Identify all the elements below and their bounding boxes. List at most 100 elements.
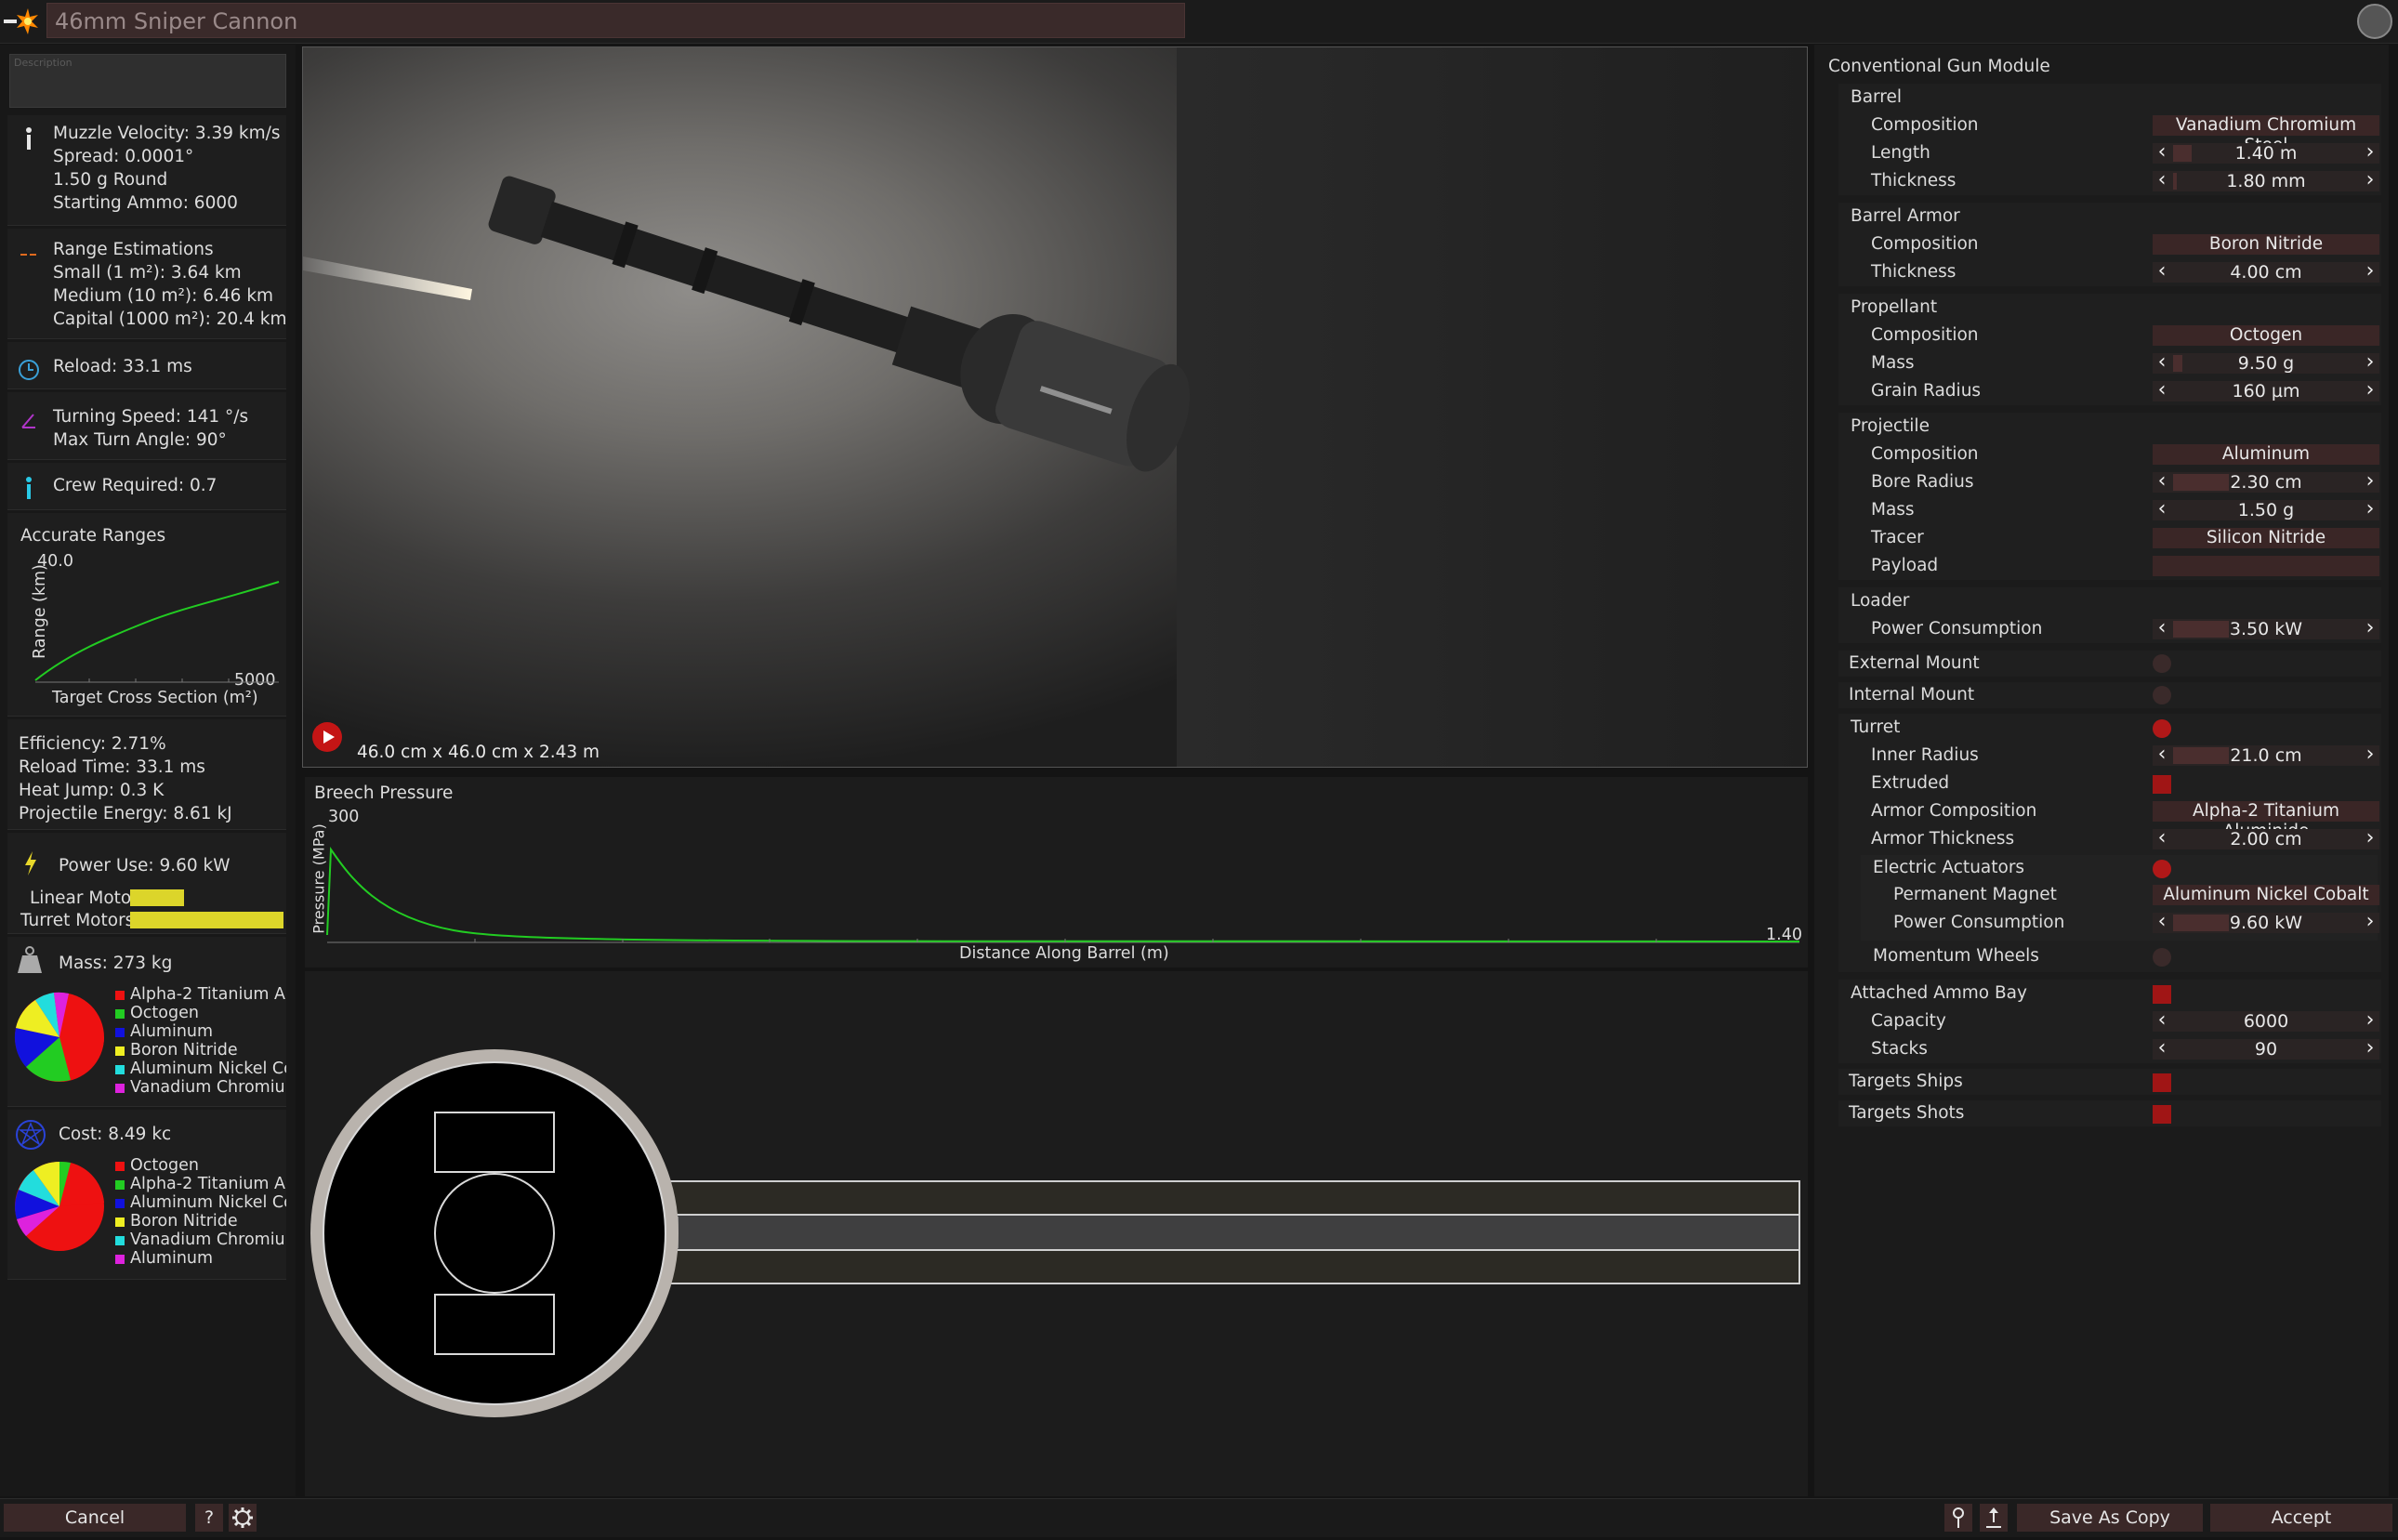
chevron-right-icon[interactable]: › [2361,912,2379,933]
chevron-right-icon[interactable]: › [2361,744,2379,766]
chevron-left-icon[interactable]: ‹ [2153,471,2171,493]
chevron-left-icon[interactable]: ‹ [2153,1038,2171,1060]
tracer-label: Tracer [1871,528,1924,547]
linear-motor-label: Linear Motor [30,888,138,908]
pin-button[interactable] [1944,1504,1972,1532]
legend-swatch [115,1065,125,1074]
range-medium: Medium (10 m²): 6.46 km [53,286,274,306]
inner-radius-stepper[interactable]: 21.0 cm ‹ › [2153,744,2379,766]
electric-actuators-label: Electric Actuators [1873,858,2025,877]
barrel-composition-dropdown[interactable]: Vanadium Chromium Steel [2153,115,2379,155]
barrel-length-stepper[interactable]: 1.40 m ‹ › [2153,142,2379,164]
armor-thickness-stepper[interactable]: 2.00 cm ‹ › [2153,828,2379,849]
barrel-thickness-stepper[interactable]: 1.80 mm ‹ › [2153,170,2379,191]
chevron-left-icon[interactable]: ‹ [2153,618,2171,639]
bore-radius-stepper[interactable]: 2.30 cm ‹ › [2153,471,2379,493]
heat-jump: Heat Jump: 0.3 K [19,781,165,800]
legend-item: Boron Nitride [130,1212,238,1231]
chevron-right-icon[interactable]: › [2361,1010,2379,1032]
projectile-energy: Projectile Energy: 8.61 kJ [19,804,232,823]
explosion-icon[interactable] [4,6,39,37]
turret-power-stepper[interactable]: 9.60 kW ‹ › [2153,912,2379,933]
cost-icon [16,1120,46,1150]
internal-mount-toggle[interactable] [2153,686,2171,704]
turret-toggle[interactable] [2153,719,2171,738]
pressure-chart [326,846,1800,943]
crew-required: Crew Required: 0.7 [53,476,217,495]
chevron-left-icon[interactable]: ‹ [2153,499,2171,520]
accept-button[interactable]: Accept [2210,1504,2392,1532]
save-as-copy-button[interactable]: Save As Copy [2017,1504,2203,1532]
chevron-right-icon[interactable]: › [2361,380,2379,401]
chevron-left-icon[interactable]: ‹ [2153,828,2171,849]
barrel-thickness-label: Thickness [1871,171,1957,191]
chevron-right-icon[interactable]: › [2361,499,2379,520]
armor-composition-dropdown[interactable]: Alpha-2 Titanium Aluminide [2153,801,2379,841]
chevron-right-icon[interactable]: › [2361,618,2379,639]
loader-power-stepper[interactable]: 3.50 kW ‹ › [2153,618,2379,639]
chevron-left-icon[interactable]: ‹ [2153,261,2171,283]
linear-motor-bar [130,889,184,906]
range-icon [20,254,36,256]
barrel-armor-composition-dropdown[interactable]: Boron Nitride [2153,234,2379,255]
chevron-left-icon[interactable]: ‹ [2153,142,2171,164]
help-button[interactable]: ? [195,1504,223,1532]
propellant-composition-dropdown[interactable]: Octogen [2153,325,2379,346]
capacity-stepper[interactable]: 6000 ‹ › [2153,1010,2379,1032]
chevron-right-icon[interactable]: › [2361,471,2379,493]
payload-label: Payload [1871,556,1939,575]
chevron-right-icon[interactable]: › [2361,170,2379,191]
chevron-left-icon[interactable]: ‹ [2153,352,2171,374]
chevron-right-icon[interactable]: › [2361,261,2379,283]
barrel-armor-thickness-stepper[interactable]: 4.00 cm ‹ › [2153,261,2379,283]
tracer-dropdown[interactable]: Silicon Nitride [2153,528,2379,548]
projectile-composition-label: Composition [1871,444,1979,464]
chevron-right-icon[interactable]: › [2361,142,2379,164]
turret-title: Turret [1851,717,1901,737]
weight-icon [18,946,42,973]
projectile-composition-dropdown[interactable]: Aluminum [2153,444,2379,465]
loader-title: Loader [1851,591,1910,611]
chevron-right-icon[interactable]: › [2361,828,2379,849]
grain-radius-value: 160 µm [2232,381,2300,401]
accurate-ranges-chart [34,581,280,683]
cancel-button[interactable]: Cancel [4,1504,186,1532]
ammo-bay-title: Attached Ammo Bay [1851,983,2027,1003]
targets-ships-checkbox[interactable] [2153,1073,2171,1092]
chevron-left-icon[interactable]: ‹ [2153,1010,2171,1032]
ammo-bay-checkbox[interactable] [2153,985,2171,1004]
projectile-mass-stepper[interactable]: 1.50 g ‹ › [2153,499,2379,520]
chevron-left-icon[interactable]: ‹ [2153,380,2171,401]
chevron-right-icon[interactable]: › [2361,352,2379,374]
export-button[interactable] [1980,1504,2008,1532]
targets-shots-checkbox[interactable] [2153,1105,2171,1124]
chevron-left-icon[interactable]: ‹ [2153,170,2171,191]
chevron-left-icon[interactable]: ‹ [2153,912,2171,933]
stacks-stepper[interactable]: 90 ‹ › [2153,1038,2379,1060]
grain-radius-stepper[interactable]: 160 µm ‹ › [2153,380,2379,401]
permanent-magnet-dropdown[interactable]: Aluminum Nickel Cobalt [2153,885,2379,905]
external-mount-toggle[interactable] [2153,654,2171,673]
3d-viewport[interactable]: 46.0 cm x 46.0 cm x 2.43 m [302,46,1808,768]
settings-button[interactable] [229,1504,257,1532]
legend-swatch [115,1162,125,1171]
chevron-right-icon[interactable]: › [2361,1038,2379,1060]
momentum-wheels-toggle[interactable] [2153,948,2171,967]
angle-icon [21,414,35,428]
electric-actuators-toggle[interactable] [2153,860,2171,878]
extruded-checkbox[interactable] [2153,775,2171,794]
play-button[interactable] [312,722,342,752]
legend-swatch [115,991,125,1000]
design-name-input[interactable]: 46mm Sniper Cannon [46,3,1185,38]
propellant-mass-stepper[interactable]: 9.50 g ‹ › [2153,352,2379,374]
pressure-xlabel: Distance Along Barrel (m) [959,944,1169,963]
range-title: Range Estimations [53,240,214,259]
spread: Spread: 0.0001° [53,147,194,166]
bore-radius-value: 2.30 cm [2230,472,2302,493]
max-turn-angle: Max Turn Angle: 90° [53,430,227,450]
payload-dropdown[interactable] [2153,556,2379,576]
external-mount-label: External Mount [1849,653,1980,673]
description-input[interactable]: Description [9,54,286,108]
chevron-left-icon[interactable]: ‹ [2153,744,2171,766]
profile-icon[interactable] [2357,4,2392,39]
